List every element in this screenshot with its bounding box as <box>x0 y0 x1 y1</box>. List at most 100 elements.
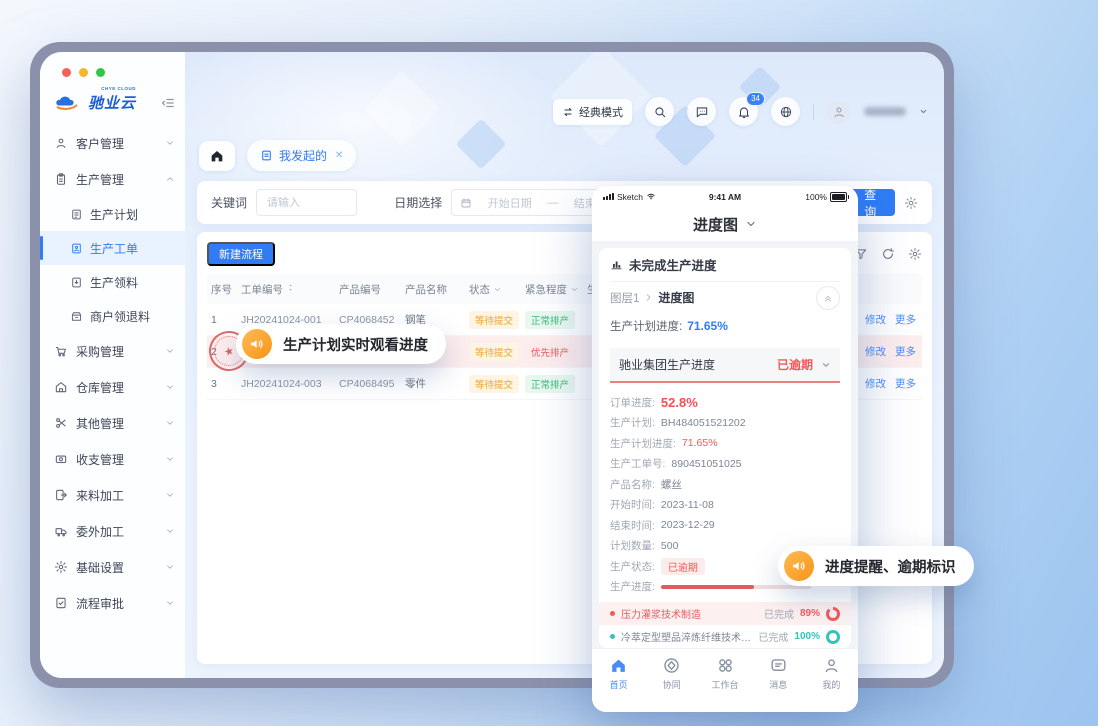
avatar[interactable] <box>827 100 851 124</box>
sidebar-subitem-label: 生产领料 <box>90 274 138 291</box>
sidebar-subitem-label: 生产工单 <box>90 240 138 257</box>
sidebar-collapse-icon[interactable] <box>161 96 175 110</box>
detail-label: 产品名称: <box>610 477 655 492</box>
sidebar-item-customer[interactable]: 客户管理 <box>40 125 185 161</box>
home-tab-button[interactable] <box>199 141 235 171</box>
new-process-button[interactable]: 新建流程 <box>207 242 275 266</box>
search-button[interactable] <box>645 97 674 126</box>
sidebar-item-production[interactable]: 生产管理 <box>40 161 185 197</box>
keyword-input[interactable] <box>265 196 348 210</box>
phone-nav-work[interactable]: 工作台 <box>698 656 751 691</box>
row-action-link[interactable]: 更多 <box>895 376 916 391</box>
sidebar-item-other[interactable]: 其他管理 <box>40 405 185 441</box>
phone-nav-collab[interactable]: 协同 <box>645 656 698 691</box>
production-progress-bar <box>661 585 811 589</box>
row-action-link[interactable]: 更多 <box>895 312 916 327</box>
nav-mine-icon <box>822 656 841 675</box>
sort-icon[interactable] <box>286 282 295 296</box>
chev-down-icon <box>165 454 175 464</box>
phone-nav-home[interactable]: 首页 <box>592 656 645 691</box>
table-settings-icon[interactable] <box>908 247 922 261</box>
sidebar-item-purchase[interactable]: 采购管理 <box>40 333 185 369</box>
callout-text: 进度提醒、逾期标识 <box>825 556 956 577</box>
sidebar-subitem-merchant[interactable]: 商户领退料 <box>40 299 185 333</box>
phone-page-title: 进度图 <box>592 207 858 241</box>
sidebar-item-approval[interactable]: 流程审批 <box>40 585 185 621</box>
bar-chart-icon <box>610 258 623 271</box>
urgency-badge: 优先排产 <box>525 343 575 361</box>
close-window-button[interactable] <box>62 68 71 77</box>
sidebar-subitem-plan[interactable]: 生产计划 <box>40 197 185 231</box>
messages-button[interactable] <box>687 97 716 126</box>
detail-value: BH484051521202 <box>661 417 746 429</box>
group-chevron-down-icon[interactable] <box>821 360 831 370</box>
plan-icon <box>70 208 83 221</box>
customer-icon <box>54 136 68 150</box>
chev-down-icon[interactable] <box>570 285 579 294</box>
phone-nav-label: 我的 <box>822 678 840 691</box>
sidebar-item-warehouse[interactable]: 仓库管理 <box>40 369 185 405</box>
logo: 驰业云 CHYE CLOUD <box>40 92 185 125</box>
screenshot-stage: 驰业云 CHYE CLOUD 客户管理生产管理生产计划生产工单生产领料商户领退料… <box>0 0 1098 726</box>
row-action-link[interactable]: 修改 <box>865 344 886 359</box>
column-header-label: 紧急程度 <box>525 282 567 297</box>
detail-value: 890451051025 <box>671 458 741 470</box>
order-no: JH20241024-003 <box>241 378 322 390</box>
sidebar-item-finance[interactable]: 收支管理 <box>40 441 185 477</box>
progress-bar-fill <box>661 585 754 589</box>
breadcrumb-layer[interactable]: 图层1 <box>610 290 639 306</box>
title-chevron-down-icon[interactable] <box>745 218 757 230</box>
row-action-link[interactable]: 更多 <box>895 344 916 359</box>
task-progress-ring <box>826 630 840 644</box>
other-icon <box>54 416 68 430</box>
table-tools <box>854 247 922 261</box>
minimize-window-button[interactable] <box>79 68 88 77</box>
sidebar-item-settings[interactable]: 基础设置 <box>40 549 185 585</box>
zoom-window-button[interactable] <box>96 68 105 77</box>
sidebar-item-label: 其他管理 <box>76 415 124 432</box>
detail-row: 结束时间:2023-12-29 <box>610 515 840 536</box>
chev-down-icon <box>165 490 175 500</box>
column-header-label: 产品名称 <box>405 282 447 297</box>
chev-down-icon[interactable] <box>493 285 502 294</box>
filter-settings-icon[interactable] <box>904 195 918 211</box>
phone-nav-msg[interactable]: 消息 <box>752 656 805 691</box>
user-menu-chevron-icon[interactable] <box>919 107 928 116</box>
detail-row: 开始时间:2023-11-08 <box>610 495 840 516</box>
collapse-panel-button[interactable] <box>816 286 840 310</box>
nav-collab-icon <box>662 656 681 675</box>
language-button[interactable] <box>771 97 800 126</box>
row-action-link[interactable]: 修改 <box>865 376 886 391</box>
product-name: 零件 <box>405 376 426 391</box>
phone-nav-mine[interactable]: 我的 <box>805 656 858 691</box>
progress-card: 未完成生产进度 图层1 进度图 <box>599 248 851 648</box>
approval-icon <box>54 596 68 610</box>
top-toolbar: 经典模式 <box>553 97 928 126</box>
notifications-button[interactable]: 34 <box>729 97 758 126</box>
detail-row: 生产计划:BH484051521202 <box>610 413 840 434</box>
row-index: 1 <box>211 314 217 326</box>
row-action-link[interactable]: 修改 <box>865 312 886 327</box>
user-icon <box>832 105 846 119</box>
phone-bottom-nav: 首页协同工作台消息我的 <box>592 648 858 712</box>
detail-label: 开始时间: <box>610 497 655 512</box>
close-tab-icon[interactable]: ✕ <box>335 150 343 161</box>
logo-text: 驰业云 CHYE CLOUD <box>88 92 136 113</box>
phone-title-text: 进度图 <box>693 214 738 235</box>
classic-mode-button[interactable]: 经典模式 <box>553 99 632 125</box>
sidebar-subitem-material[interactable]: 生产领料 <box>40 265 185 299</box>
sidebar-subitem-label: 生产计划 <box>90 206 138 223</box>
tab-my-initiated[interactable]: 我发起的 ✕ <box>247 140 356 171</box>
sidebar-subitem-workorder[interactable]: 生产工单 <box>40 231 185 265</box>
detail-value: 71.65% <box>682 437 718 449</box>
urgency-badge: 正常排产 <box>525 375 575 393</box>
column-header: 序号 <box>207 282 237 297</box>
row-index: 3 <box>211 378 217 390</box>
speaker-icon <box>784 551 814 581</box>
sidebar-item-outsource[interactable]: 委外加工 <box>40 513 185 549</box>
sidebar-item-incoming[interactable]: 来料加工 <box>40 477 185 513</box>
refresh-icon[interactable] <box>881 247 895 261</box>
phone-nav-label: 工作台 <box>712 678 739 691</box>
group-progress-header[interactable]: 驰业集团生产进度 已逾期 <box>610 348 840 383</box>
column-header: 工单编号 <box>237 282 335 297</box>
